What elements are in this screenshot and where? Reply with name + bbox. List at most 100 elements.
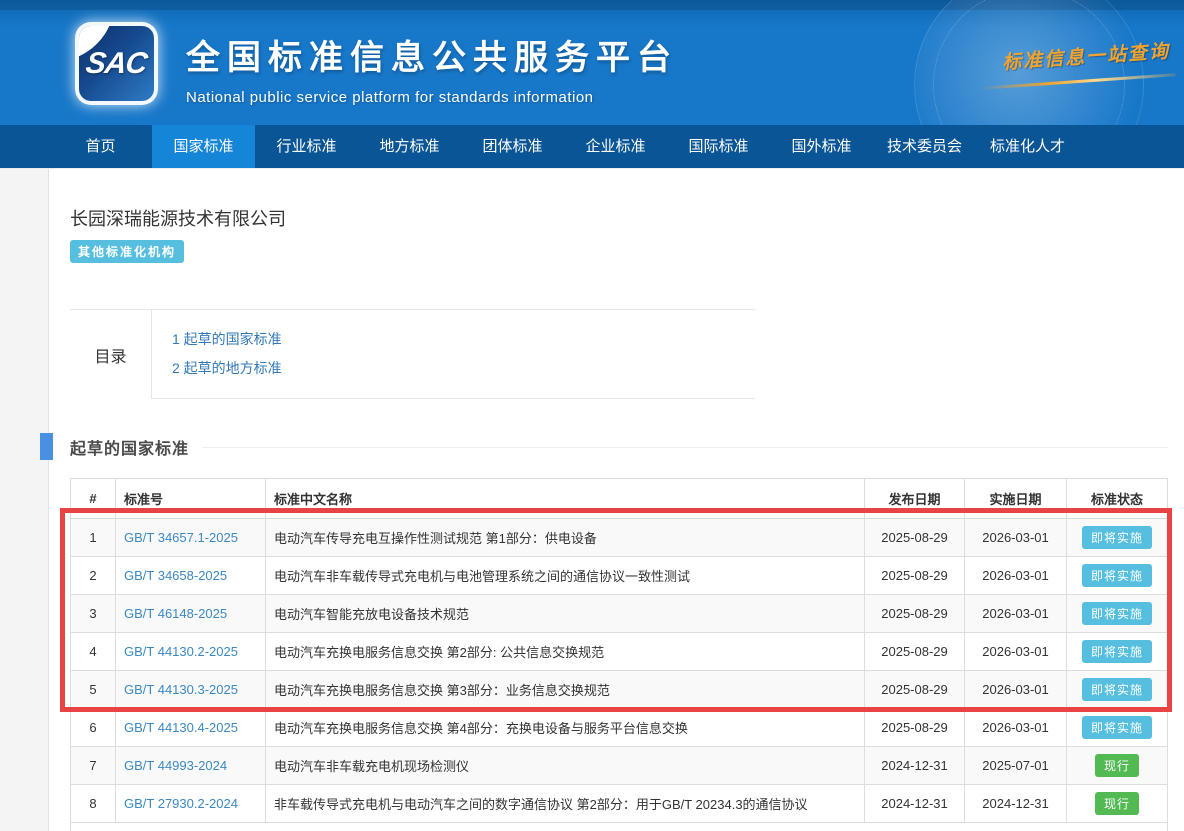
status-badge: 即将实施 <box>1082 602 1152 625</box>
publish-date-cell: 2025-08-29 <box>865 671 965 709</box>
table-row: 4GB/T 44130.2-2025电动汽车充换电服务信息交换 第2部分: 公共… <box>71 633 1168 671</box>
nav-item-5[interactable]: 团体标准 <box>461 125 564 168</box>
status-cell: 即将实施 <box>1067 595 1168 633</box>
standard-name-cell: 电动汽车充换电服务信息交换 第4部分：充换电设备与服务平台信息交换 <box>266 709 865 747</box>
title-block: 全国标准信息公共服务平台 National public service pla… <box>186 30 678 106</box>
standard-name-cell: 电动汽车传导充电互操作性测试规范 第1部分：供电设备 <box>266 519 865 557</box>
nav-item-8[interactable]: 国外标准 <box>770 125 873 168</box>
table-row: 8 GB/T 27930.2-2024 非车载传导式充电机与电动汽车之间的数字通信协… <box>71 785 1168 823</box>
table-row: 3GB/T 46148-2025电动汽车智能充放电设备技术规范2025-08-2… <box>71 595 1168 633</box>
status-badge: 即将实施 <box>1082 640 1152 663</box>
sac-logo-text: SAC <box>84 47 149 81</box>
section-title: 起草的国家标准 <box>70 435 189 459</box>
standard-code-cell: GB/T 27930.2-2024 <box>116 785 266 823</box>
content-inner: 长园深瑞能源技术有限公司 其他标准化机构 目录 1 起草的国家标准2 起草的地方… <box>0 169 1184 831</box>
section-header: 起草的国家标准 <box>70 435 1168 459</box>
toc-link-2[interactable]: 2 起草的地方标准 <box>172 354 755 383</box>
nav-item-6[interactable]: 企业标准 <box>564 125 667 168</box>
col-header-implement-date: 实施日期 <box>965 479 1067 519</box>
status-cell: 即将实施 <box>1067 519 1168 557</box>
table-row: 6 GB/T 44130.4-2025 电动汽车充换电服务信息交换 第4部分：充换电… <box>71 709 1168 747</box>
col-header-publish-date: 发布日期 <box>865 479 965 519</box>
status-badge: 即将实施 <box>1082 678 1152 701</box>
standard-code-cell: GB/T 34658-2025 <box>116 557 266 595</box>
platform-subtitle: National public service platform for sta… <box>186 89 678 106</box>
toc-link-1[interactable]: 1 起草的国家标准 <box>172 325 755 354</box>
standard-code-link[interactable]: GB/T 34657.1-2025 <box>124 530 238 545</box>
table-row: 7 GB/T 44993-2024 电动汽车非车载充电机现场检测仪2024-12-3… <box>71 747 1168 785</box>
standard-name-cell: 电动汽车非车载充电机现场检测仪 <box>266 747 865 785</box>
standard-code-cell: GB/T 44130.2-2025 <box>116 633 266 671</box>
implement-date-cell: 2026-03-01 <box>965 595 1067 633</box>
nav-item-1[interactable]: 首页 <box>49 125 152 168</box>
table-row: 5 GB/T 44130.3-2025 电动汽车充换电服务信息交换 第3部分：业务信… <box>71 671 1168 709</box>
status-cell: 现行 <box>1067 747 1168 785</box>
status-cell: 即将实施 <box>1067 557 1168 595</box>
table-header-row: # 标准号 标准中文名称 发布日期 实施日期 标准状态 <box>71 479 1168 519</box>
publish-date-cell: 2024-12-31 <box>865 785 965 823</box>
implement-date-cell: 2026-03-01 <box>965 671 1067 709</box>
status-badge: 现行 <box>1095 754 1139 777</box>
row-index: 1 <box>71 519 116 557</box>
site-header: SAC 全国标准信息公共服务平台 National public service… <box>0 0 1184 125</box>
nav-item-9[interactable]: 技术委员会 <box>873 125 976 168</box>
row-index: 2 <box>71 557 116 595</box>
nav-item-7[interactable]: 国际标准 <box>667 125 770 168</box>
publish-date-cell: 2025-08-29 <box>865 519 965 557</box>
status-cell: 即将实施 <box>1067 709 1168 747</box>
publish-date-cell: 2025-08-29 <box>865 709 965 747</box>
standard-code-link[interactable]: GB/T 34658-2025 <box>124 568 227 583</box>
implement-date-cell: 2025-07-01 <box>965 747 1067 785</box>
standard-code-cell: GB/T 46148-2025 <box>116 595 266 633</box>
col-header-index: # <box>71 479 116 519</box>
row-index: 8 <box>71 785 116 823</box>
status-badge: 即将实施 <box>1082 716 1152 739</box>
nav-item-3[interactable]: 行业标准 <box>255 125 358 168</box>
table-body: 1 GB/T 34657.1-2025 电动汽车传导充电互操作性测试规范 第1部分：… <box>71 519 1168 823</box>
row-index: 5 <box>71 671 116 709</box>
page: SAC 全国标准信息公共服务平台 National public service… <box>0 0 1184 831</box>
row-index: 7 <box>71 747 116 785</box>
org-type-badge: 其他标准化机构 <box>70 240 184 263</box>
row-index: 3 <box>71 595 116 633</box>
publish-date-cell: 2024-12-31 <box>865 747 965 785</box>
col-header-standard-code: 标准号 <box>116 479 266 519</box>
section-marker <box>40 433 53 460</box>
toc-links: 1 起草的国家标准2 起草的地方标准 <box>152 310 755 399</box>
company-name: 长园深瑞能源技术有限公司 <box>70 205 1184 231</box>
sac-logo-inner: SAC <box>79 26 154 101</box>
section-divider-line <box>203 447 1168 448</box>
col-header-status: 标准状态 <box>1067 479 1168 519</box>
status-badge: 现行 <box>1095 792 1139 815</box>
standards-table: # 标准号 标准中文名称 发布日期 实施日期 标准状态 1 GB/T 34657.… <box>70 478 1168 823</box>
standard-code-link[interactable]: GB/T 44130.4-2025 <box>124 720 238 735</box>
standard-name-cell: 非车载传导式充电机与电动汽车之间的数字通信协议 第2部分：用于GB/T 2023… <box>266 785 865 823</box>
nav-item-4[interactable]: 地方标准 <box>358 125 461 168</box>
standard-code-link[interactable]: GB/T 44993-2024 <box>124 758 227 773</box>
standard-name-cell: 电动汽车充换电服务信息交换 第2部分: 公共信息交换规范 <box>266 633 865 671</box>
platform-title: 全国标准信息公共服务平台 <box>186 30 678 79</box>
standard-code-link[interactable]: GB/T 46148-2025 <box>124 606 227 621</box>
standards-table-wrap: # 标准号 标准中文名称 发布日期 实施日期 标准状态 1 GB/T 34657.… <box>70 478 1168 831</box>
status-cell: 现行 <box>1067 785 1168 823</box>
standard-name-cell: 电动汽车充换电服务信息交换 第3部分：业务信息交换规范 <box>266 671 865 709</box>
nav-item-10[interactable]: 标准化人才 <box>976 125 1079 168</box>
standard-code-link[interactable]: GB/T 44130.2-2025 <box>124 644 238 659</box>
implement-date-cell: 2026-03-01 <box>965 519 1067 557</box>
standard-code-link[interactable]: GB/T 44130.3-2025 <box>124 682 238 697</box>
status-cell: 即将实施 <box>1067 633 1168 671</box>
nav-item-2[interactable]: 国家标准 <box>152 125 255 168</box>
standard-name-cell: 电动汽车智能充放电设备技术规范 <box>266 595 865 633</box>
table-row: 1 GB/T 34657.1-2025 电动汽车传导充电互操作性测试规范 第1部分：… <box>71 519 1168 557</box>
standard-name-cell: 电动汽车非车载传导式充电机与电池管理系统之间的通信协议一致性测试 <box>266 557 865 595</box>
row-index: 6 <box>71 709 116 747</box>
content-card: 长园深瑞能源技术有限公司 其他标准化机构 目录 1 起草的国家标准2 起草的地方… <box>0 168 1184 831</box>
standard-code-cell: GB/T 44130.3-2025 <box>116 671 266 709</box>
status-badge: 即将实施 <box>1082 564 1152 587</box>
standard-code-link[interactable]: GB/T 27930.2-2024 <box>124 796 238 811</box>
publish-date-cell: 2025-08-29 <box>865 557 965 595</box>
publish-date-cell: 2025-08-29 <box>865 633 965 671</box>
standard-code-cell: GB/T 34657.1-2025 <box>116 519 266 557</box>
implement-date-cell: 2024-12-31 <box>965 785 1067 823</box>
implement-date-cell: 2026-03-01 <box>965 709 1067 747</box>
